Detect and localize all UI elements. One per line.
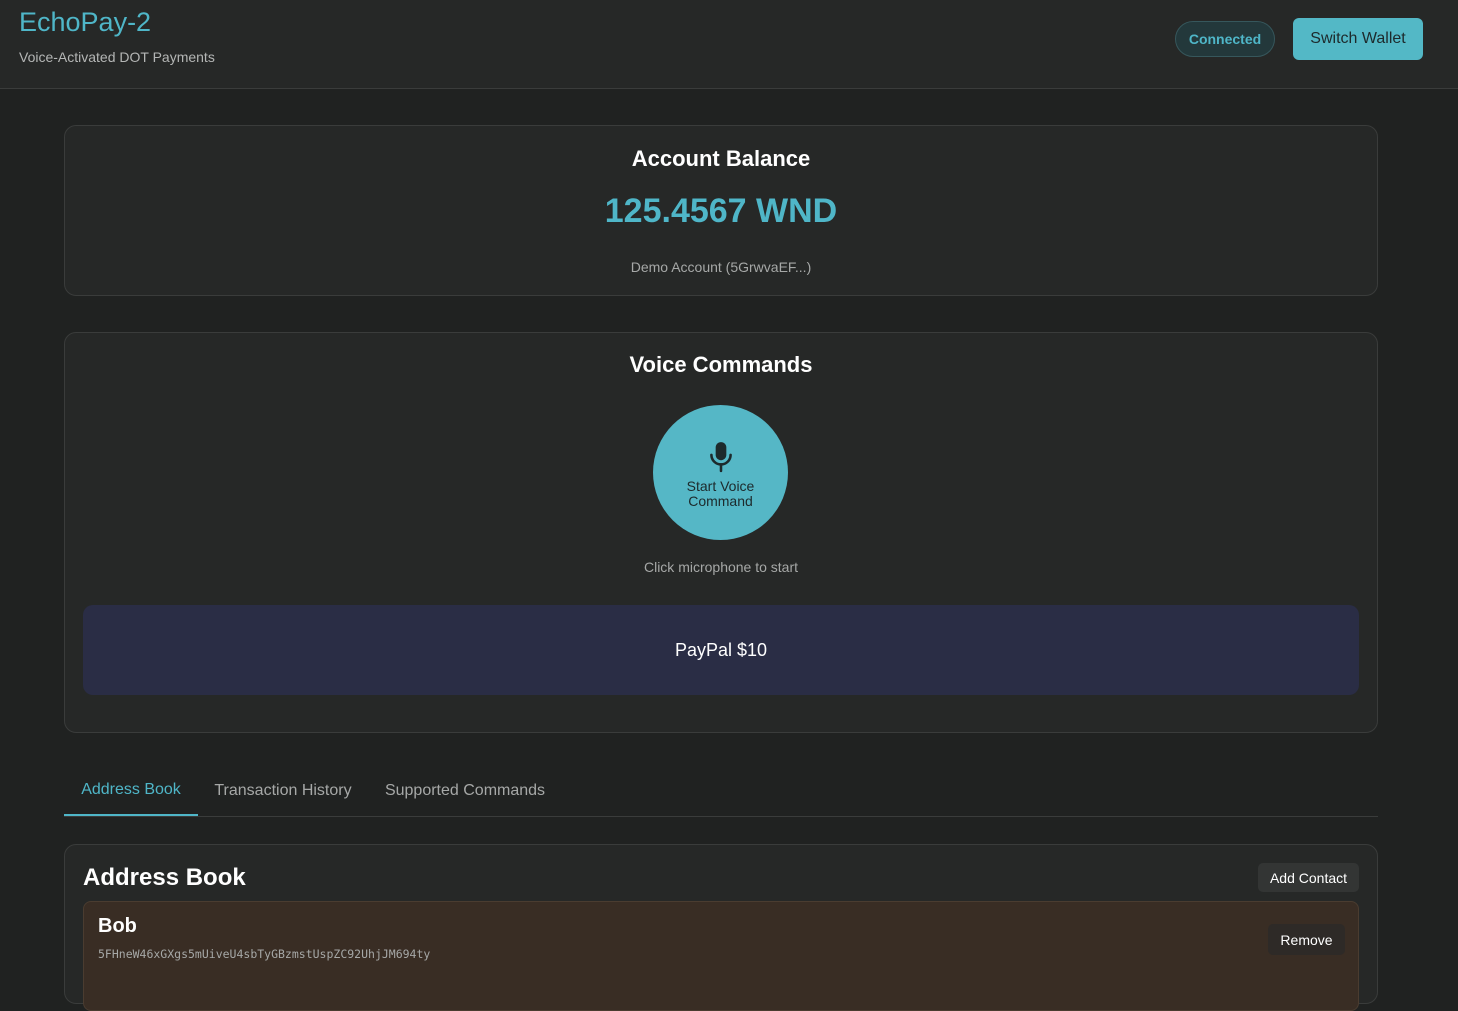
address-book-card: Address Book Add Contact Bob 5FHneW46xGX… xyxy=(64,844,1378,1011)
mic-button-label: Start Voice Command xyxy=(686,477,755,509)
voice-hint: Click microphone to start xyxy=(643,559,799,575)
transcript-box: PayPal $10 xyxy=(83,605,1359,695)
app-title: EchoPay-2 xyxy=(19,7,152,37)
microphone-icon xyxy=(709,441,732,472)
contact-address: 5FHneW46xGXgs5mUiveU4sbTyGBzmstUspZC92Uh… xyxy=(98,947,431,961)
tab-supported-commands[interactable]: Supported Commands xyxy=(368,766,562,816)
voice-commands-title: Voice Commands xyxy=(629,352,813,377)
switch-wallet-button[interactable]: Switch Wallet xyxy=(1293,18,1423,60)
tab-transaction-history[interactable]: Transaction History xyxy=(198,766,368,816)
remove-contact-button[interactable]: Remove xyxy=(1268,924,1345,955)
balance-card: Account Balance 125.4567 WND Demo Accoun… xyxy=(64,125,1378,296)
voice-commands-card: Voice Commands Start Voice Command Click… xyxy=(64,332,1378,733)
tab-address-book[interactable]: Address Book xyxy=(64,766,198,816)
address-book-title: Address Book xyxy=(83,864,246,891)
balance-title: Account Balance xyxy=(631,146,811,171)
balance-amount: 125.4567 WND xyxy=(604,192,838,230)
start-voice-command-button[interactable]: Start Voice Command xyxy=(653,405,788,540)
account-label: Demo Account (5GrwvaEF...) xyxy=(630,259,812,275)
app-subtitle: Voice-Activated DOT Payments xyxy=(19,49,215,65)
contact-item: Bob 5FHneW46xGXgs5mUiveU4sbTyGBzmstUspZC… xyxy=(83,901,1359,1011)
add-contact-button[interactable]: Add Contact xyxy=(1258,863,1359,892)
connection-status-badge: Connected xyxy=(1175,21,1275,57)
contact-name: Bob xyxy=(98,915,137,937)
tab-bar: Address Book Transaction History Support… xyxy=(64,766,1378,817)
app-header: EchoPay-2 Voice-Activated DOT Payments C… xyxy=(0,0,1458,89)
